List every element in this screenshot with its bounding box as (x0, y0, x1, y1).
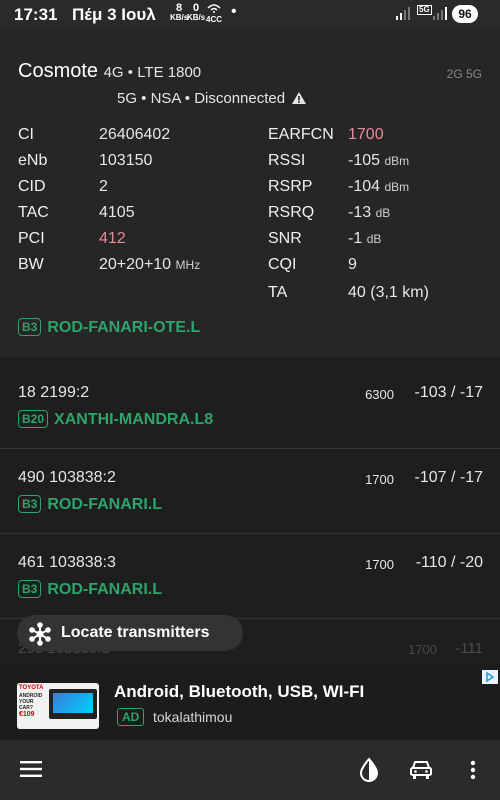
signal-icon (396, 7, 410, 20)
locate-label: Locate transmitters (61, 624, 210, 641)
battery-indicator: 96 (452, 5, 478, 23)
clock: 17:31 (14, 5, 58, 24)
car-icon[interactable] (409, 760, 433, 780)
contrast-icon[interactable] (358, 758, 380, 782)
transmitter-network-icon (29, 622, 51, 646)
ad-advertiser: tokalathimou (153, 709, 233, 725)
signal-icon-2 (433, 7, 447, 20)
ad-tag: AD (117, 708, 145, 726)
neighbour-site: B3 ROD-FANARI.L (18, 580, 162, 599)
earfcn: 1700 (365, 557, 394, 572)
ad-banner[interactable]: TOYOTA ANDROID YOUR CAR? €109 Android, B… (0, 664, 500, 740)
warning-icon (292, 92, 307, 104)
serving-cell-card[interactable]: Cosmote 4G • LTE 1800 2G 5G 5G • NSA • D… (0, 30, 500, 357)
earfcn: 6300 (365, 387, 394, 402)
list-item[interactable]: 490 103838:2 1700 -107 / -17 B3 ROD-FANAR… (0, 449, 500, 534)
tech-label: 4G • LTE 1800 (103, 64, 202, 81)
list-item[interactable]: 18 2199:2 6300 -103 / -17 B20 XANTHI-MAND… (0, 372, 500, 449)
status-bar: 17:31 Πέμ 3 Ιουλ 8 KB/s 0 KB/s 4CC • 5G 96 (0, 0, 500, 30)
signal-values: -107 / -17 (414, 469, 483, 486)
signal-values: -103 / -17 (414, 384, 483, 401)
site-name: ROD-FANARI.L (47, 581, 162, 598)
band-badge: B3 (18, 580, 42, 598)
cell-id: 490 103838:2 (18, 469, 116, 486)
list-item[interactable]: 461 103838:3 1700 -110 / -20 B3 ROD-FANAR… (0, 534, 500, 619)
cell-id: 18 2199:2 (18, 384, 90, 401)
network-modes: 2G 5G (446, 67, 482, 81)
site-name: XANTHI-MANDRA.L8 (54, 411, 214, 428)
date: Πέμ 3 Ιουλ (72, 5, 156, 24)
nsa-status: 5G • NSA • Disconnected (117, 90, 307, 107)
site-name: ROD-FANARI.L (47, 496, 162, 513)
earfcn: 1700 (408, 642, 437, 657)
band-badge: B3 (18, 318, 42, 336)
menu-icon[interactable] (20, 760, 42, 778)
upload-speed: 8 KB/s (170, 2, 189, 23)
earfcn: 1700 (365, 472, 394, 487)
band-badge: B20 (18, 410, 49, 428)
signal-values: -110 / -20 (415, 554, 483, 571)
ad-headline: Android, Bluetooth, USB, WI-FI (114, 682, 365, 701)
neighbour-site: B3 ROD-FANARI.L (18, 495, 162, 514)
ad-thumbnail: TOYOTA ANDROID YOUR CAR? €109 (17, 683, 99, 729)
wifi-hotspot-indicator: 4CC (206, 4, 222, 24)
cell-id: 461 103838:3 (18, 554, 116, 571)
operator-title: Cosmote 4G • LTE 1800 (18, 60, 202, 82)
more-vert-icon[interactable] (470, 760, 476, 780)
band-badge: B3 (18, 495, 42, 513)
signal-values: -111 (455, 640, 483, 657)
serving-site[interactable]: B3 ROD-FANARI-OTE.L (18, 318, 200, 337)
notification-dot: • (231, 3, 237, 20)
bottom-app-bar (0, 740, 500, 800)
network-type-badge: 5G (417, 5, 432, 15)
site-name: ROD-FANARI-OTE.L (47, 319, 201, 336)
adchoices-icon[interactable] (482, 670, 498, 684)
neighbour-site: B20 XANTHI-MANDRA.L8 (18, 410, 213, 429)
locate-transmitters-button[interactable]: Locate transmitters (17, 615, 243, 651)
download-speed: 0 KB/s (187, 2, 206, 23)
wifi-icon (207, 4, 221, 13)
